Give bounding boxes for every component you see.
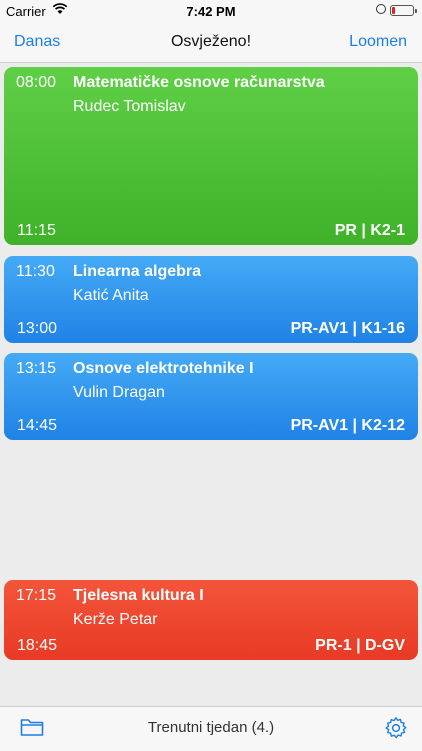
- event-location: PR-1 | D-GV: [315, 637, 405, 654]
- event-start-time: 11:30: [16, 263, 55, 280]
- schedule-event[interactable]: 17:15 Tjelesna kultura I Kerže Petar 18:…: [4, 580, 418, 660]
- event-end-time: 13:00: [17, 320, 58, 337]
- event-location: PR | K2-1: [334, 222, 405, 239]
- battery-icon: [390, 5, 417, 16]
- bottom-toolbar: Trenutni tjedan (4.): [0, 706, 422, 751]
- status-bar: Carrier 7:42 PM: [0, 0, 422, 22]
- event-location: PR-AV1 | K2-12: [290, 417, 405, 434]
- schedule-view[interactable]: 08:00 Matematičke osnove računarstva Rud…: [0, 63, 422, 706]
- gear-icon[interactable]: [384, 716, 408, 745]
- event-lecturer: Rudec Tomislav: [73, 98, 186, 115]
- alarm-icon: [376, 4, 386, 14]
- event-subject: Linearna algebra: [73, 263, 202, 280]
- event-start-time: 13:15: [16, 360, 57, 377]
- event-start-time: 08:00: [16, 74, 57, 91]
- schedule-event[interactable]: 08:00 Matematičke osnove računarstva Rud…: [4, 67, 418, 245]
- nav-bar: Danas Osvježeno! Loomen: [0, 22, 422, 63]
- loomen-button[interactable]: Loomen: [349, 33, 407, 51]
- event-end-time: 18:45: [17, 637, 58, 654]
- event-start-time: 17:15: [16, 587, 57, 604]
- event-location: PR-AV1 | K1-16: [290, 320, 405, 337]
- event-end-time: 11:15: [17, 222, 56, 239]
- week-label: Trenutni tjedan (4.): [147, 719, 275, 736]
- event-lecturer: Kerže Petar: [73, 611, 158, 628]
- event-subject: Osnove elektrotehnike I: [73, 360, 254, 377]
- event-end-time: 14:45: [17, 417, 58, 434]
- schedule-event[interactable]: 11:30 Linearna algebra Katić Anita 13:00…: [4, 256, 418, 343]
- clock: 7:42 PM: [186, 4, 236, 19]
- schedule-event[interactable]: 13:15 Osnove elektrotehnike I Vulin Drag…: [4, 353, 418, 440]
- event-lecturer: Vulin Dragan: [73, 384, 165, 401]
- event-subject: Tjelesna kultura I: [73, 587, 204, 604]
- event-subject: Matematičke osnove računarstva: [73, 74, 325, 91]
- event-lecturer: Katić Anita: [73, 287, 149, 304]
